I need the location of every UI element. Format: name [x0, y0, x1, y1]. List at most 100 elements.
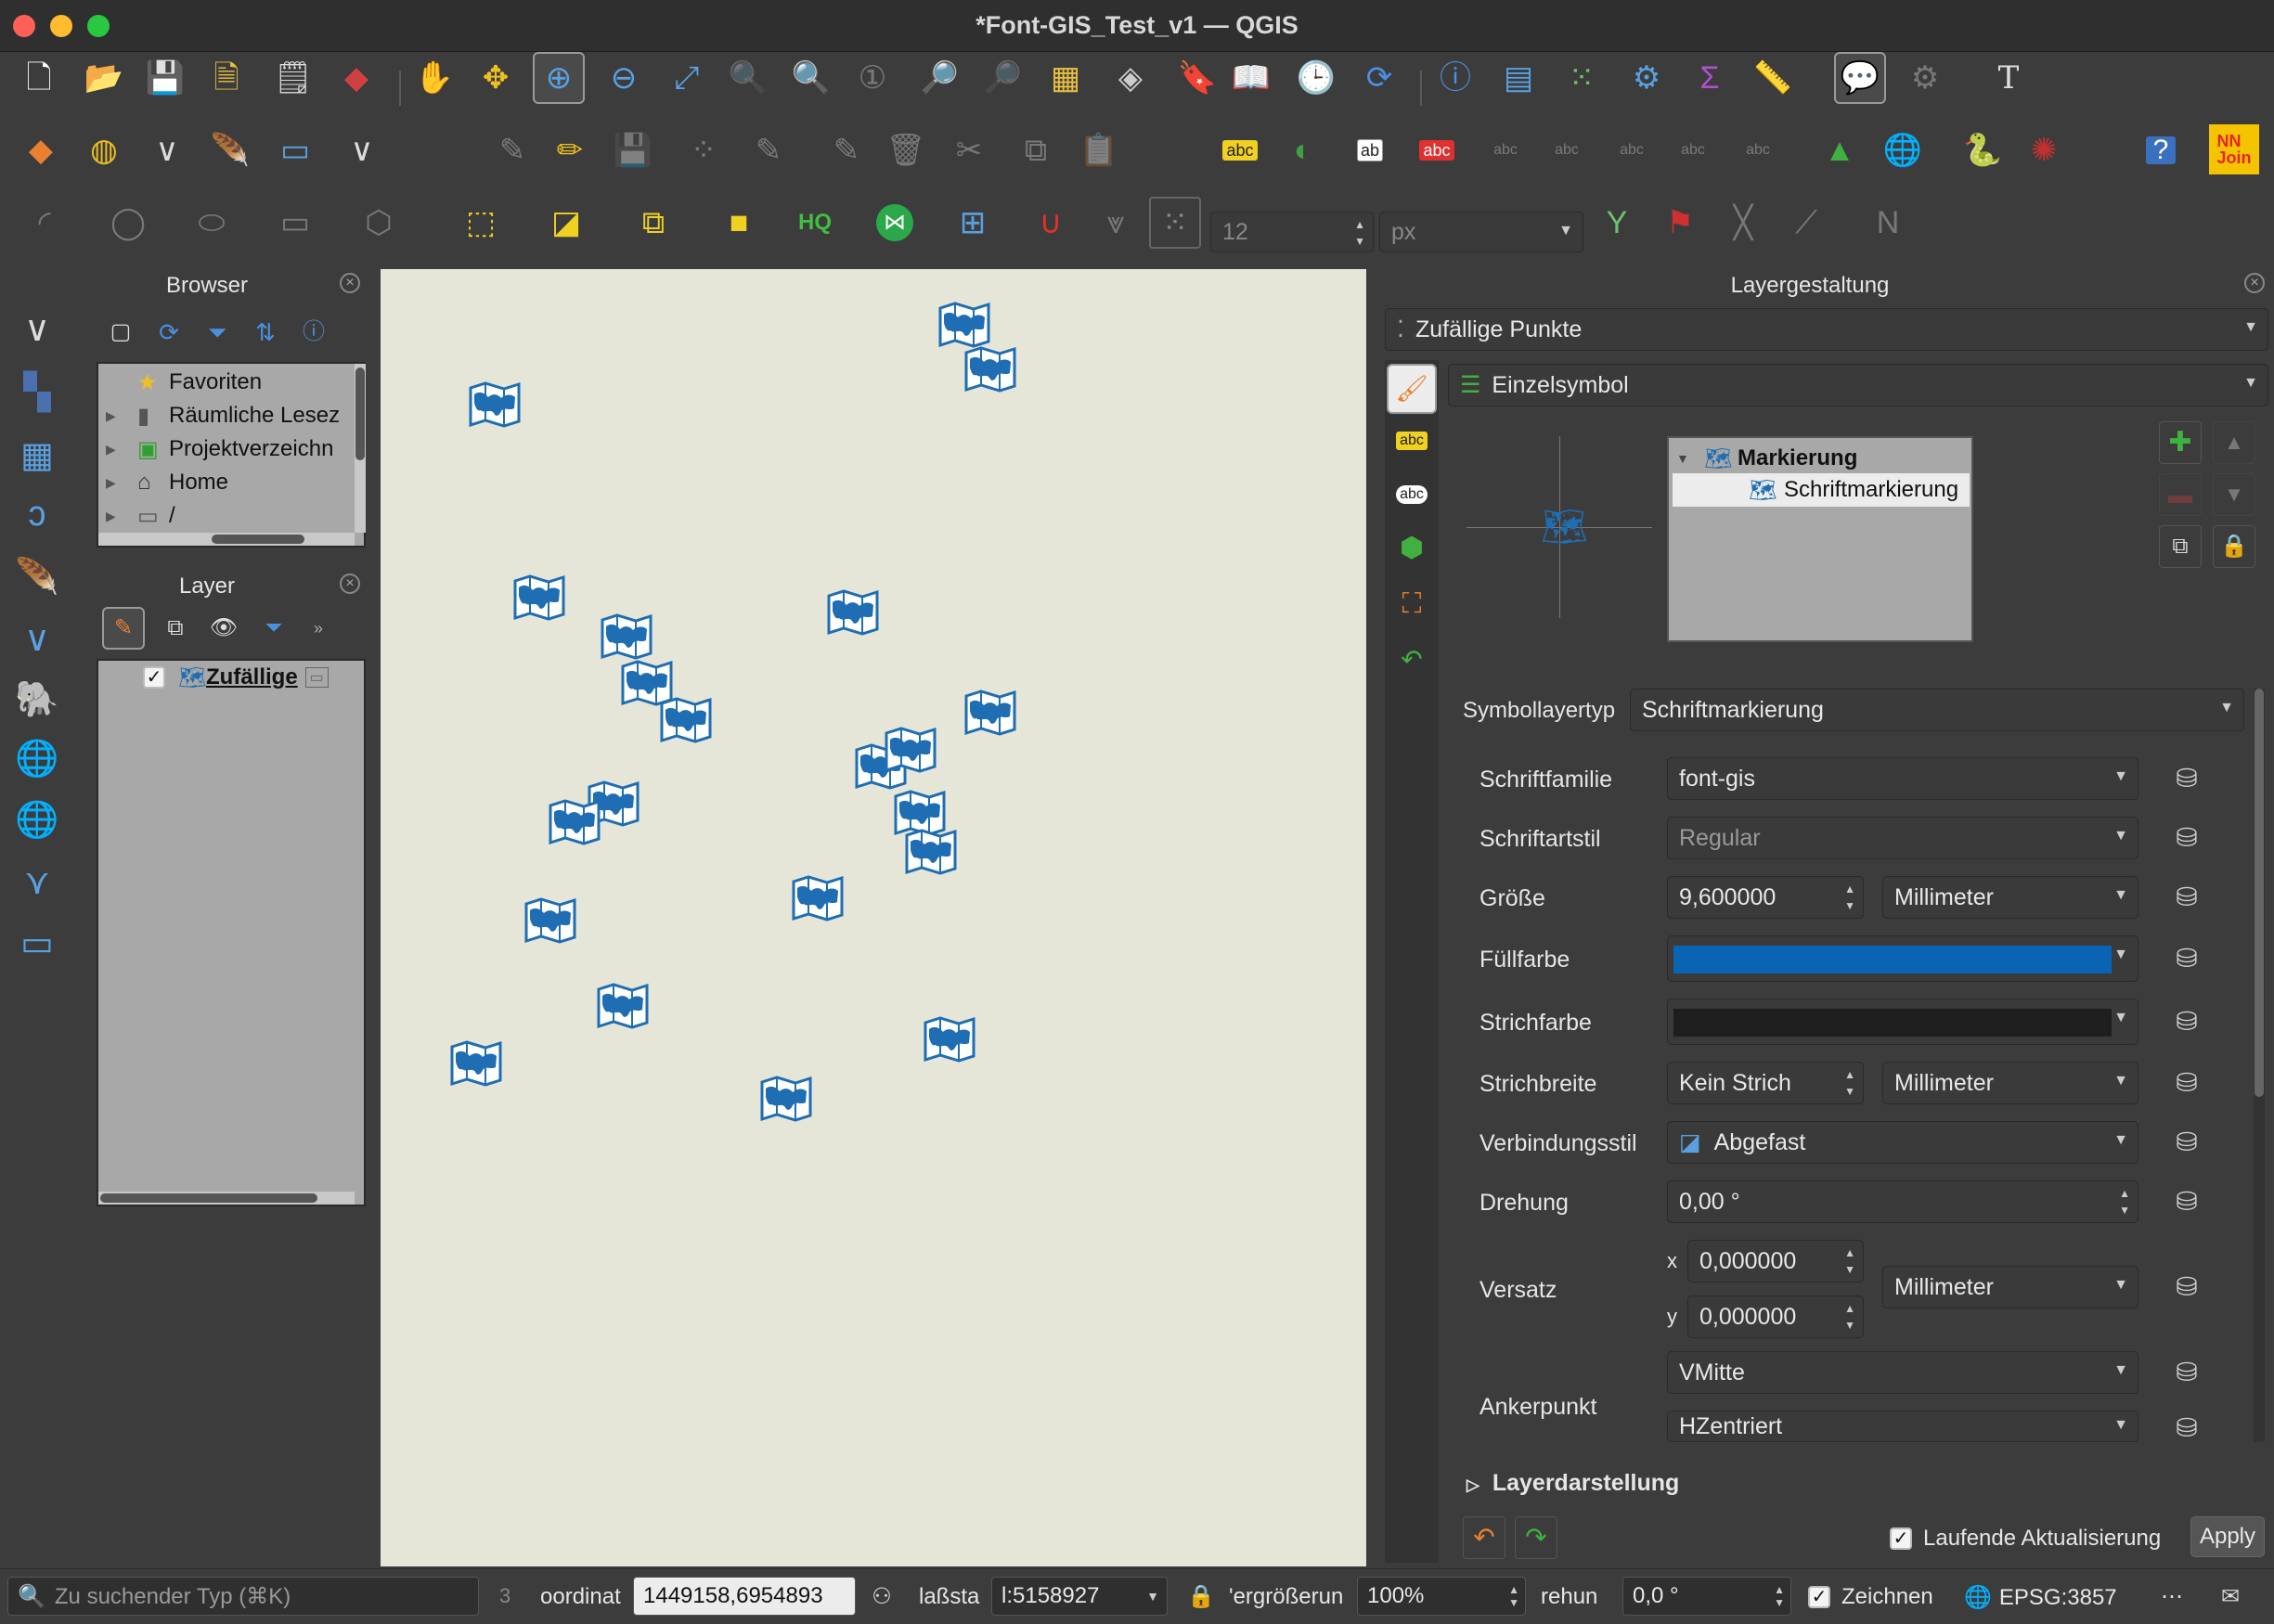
field-calculator-icon[interactable]: ⁙ [1556, 52, 1608, 104]
rectangle-tool-icon[interactable]: ▭ [269, 197, 321, 249]
3d-view-tab-icon[interactable]: ⬢ [1387, 523, 1437, 574]
temporal-controller-icon[interactable]: 🕒 [1290, 52, 1342, 104]
layer-rendering-section[interactable]: ▷ Layerdarstellung [1466, 1470, 1679, 1497]
select-location-icon[interactable]: ■ [713, 197, 765, 249]
plugin-icon[interactable]: ✺ [2018, 124, 2070, 176]
help-icon[interactable]: ? [2135, 124, 2187, 176]
new-print-layout-icon[interactable]: 🗎 [200, 52, 252, 104]
snapping-icon[interactable]: ∪ [1025, 197, 1077, 249]
snap-type-icon[interactable]: ⩔ [1090, 197, 1142, 249]
data-defined-override-icon[interactable]: ⛁ [2166, 1123, 2207, 1160]
style-manager-icon[interactable]: ◆ [330, 52, 382, 104]
data-defined-override-icon[interactable]: ⛁ [2166, 818, 2207, 856]
add-raster-layer-icon[interactable]: ▚ [9, 366, 65, 418]
change-label-icon[interactable]: abc [1667, 124, 1719, 176]
collapse-all-icon[interactable]: ⇅ [247, 314, 284, 351]
move-down-icon[interactable]: ▼ [2213, 473, 2255, 516]
add-group-icon[interactable]: ⧉ [154, 607, 197, 650]
toggle-editing-icon[interactable]: ✏ [544, 124, 596, 176]
add-postgis-icon[interactable]: 🐘 [9, 674, 65, 726]
attribute-table-icon[interactable]: ▤ [1492, 52, 1544, 104]
render-toggle[interactable]: ✓ Zeichnen [1808, 1584, 1933, 1610]
new-virtual-layer-icon[interactable]: ▭ [269, 124, 321, 176]
messages-icon[interactable]: ⋯ [2153, 1579, 2190, 1616]
apply-button[interactable]: Apply [2190, 1516, 2265, 1557]
add-wms-icon[interactable]: 🌐 [9, 733, 65, 785]
zoom-layer-icon[interactable]: 🔍 [785, 52, 837, 104]
remove-symbol-layer-icon[interactable]: ▬ [2159, 473, 2202, 516]
paste-features-icon[interactable]: 📋 [1073, 124, 1125, 176]
label-tool-icon[interactable]: abc [1214, 124, 1266, 176]
add-virtual-layer-icon[interactable]: ∨ [9, 612, 65, 664]
data-defined-override-icon[interactable]: ⛁ [2166, 759, 2207, 796]
map-swipe-icon[interactable]: ⊞ [947, 197, 999, 249]
delete-selected-icon[interactable]: 🗑 [880, 124, 932, 176]
more-tools-icon[interactable]: » [304, 607, 332, 650]
zoom-native-icon[interactable]: ① [846, 52, 898, 104]
list-item[interactable]: ▶ ⌂ Home [98, 466, 228, 499]
add-wfs-icon[interactable]: 🌐 [9, 794, 65, 846]
ellipse-tool-icon[interactable]: ⬭ [186, 197, 238, 249]
browser-hscrollbar[interactable] [98, 533, 355, 546]
zoom-out-icon[interactable]: ⊖ [598, 52, 650, 104]
offset-x-input[interactable]: 0,000000 ▲ ▼ [1687, 1240, 1864, 1282]
circle-tool-icon[interactable]: ◯ [102, 197, 154, 249]
symbology-tab-icon[interactable]: 🖌 [1387, 364, 1437, 414]
reshape-icon[interactable]: ⟋ [1780, 197, 1832, 249]
map-tips-icon[interactable]: 💬 [1834, 52, 1886, 104]
add-wcs-icon[interactable]: ⋎ [9, 856, 65, 908]
rotation-input[interactable]: 0,00 ° ▲ ▼ [1667, 1180, 2138, 1223]
open-styling-panel-icon[interactable]: ✎ [102, 607, 145, 650]
data-defined-override-icon[interactable]: ⛁ [2166, 939, 2207, 976]
zoom-in-icon[interactable]: ⊕ [533, 52, 585, 104]
add-selected-layers-icon[interactable]: ▢ [102, 314, 139, 351]
vertical-anchor-select[interactable]: VMitte ▼ [1667, 1351, 2138, 1394]
size-unit-select[interactable]: Millimeter ▼ [1882, 876, 2138, 919]
add-feature-icon[interactable]: ⁘ [678, 124, 730, 176]
vertex-tool-icon[interactable]: ✎ [743, 124, 795, 176]
crs-button[interactable]: 🌐 EPSG:3857 [1964, 1584, 2117, 1611]
diagram-icon[interactable]: ◐ [1277, 124, 1329, 176]
stroke-width-input[interactable]: Kein Strich ▲ ▼ [1667, 1062, 1864, 1104]
polygon-tool-icon[interactable]: ⬡ [353, 197, 405, 249]
coordinate-input[interactable]: 1449158,6954893 [633, 1577, 856, 1616]
browser-vscrollbar[interactable] [355, 364, 366, 533]
list-item[interactable]: ▶ ▣ Projektverzeichn [98, 432, 333, 466]
zoom-next-icon[interactable]: 🔎 [976, 52, 1028, 104]
topology-checker-icon[interactable]: ⚑ [1654, 197, 1706, 249]
data-defined-override-icon[interactable]: ⛁ [2166, 1182, 2207, 1219]
renderer-select[interactable]: ☰ Einzelsymbol ▼ [1448, 364, 2268, 406]
symbol-tree-child[interactable]: 🗺 Schriftmarkierung [1749, 473, 1958, 507]
add-vector-layer-icon[interactable]: ∨ [9, 303, 65, 354]
close-styling-icon[interactable]: × [2244, 273, 2265, 293]
new-temporary-layer-icon[interactable]: ∨ [336, 124, 388, 176]
tracing-icon[interactable]: Y [1591, 197, 1643, 249]
copy-features-icon[interactable]: ⧉ [1010, 124, 1062, 176]
font-unit-select[interactable]: px ▼ [1379, 212, 1583, 252]
stroke-color-button[interactable]: ▼ [1667, 999, 2138, 1045]
show-hide-labels-icon[interactable]: abc [1479, 124, 1531, 176]
scale-select[interactable]: l:5158927 ▼ [991, 1577, 1168, 1616]
fill-color-button[interactable]: ▼ [1667, 935, 2138, 982]
data-defined-override-icon[interactable]: ⛁ [2166, 1409, 2207, 1446]
select-by-value-icon[interactable]: ◪ [540, 197, 592, 249]
size-input[interactable]: 9,600000 ▲ ▼ [1667, 876, 1864, 919]
select-features-icon[interactable]: ⬚ [455, 197, 507, 249]
live-update-checkbox[interactable]: ✓ [1890, 1527, 1912, 1550]
browser-properties-icon[interactable]: ⓘ [295, 314, 332, 351]
history-tab-icon[interactable]: ↶ [1387, 635, 1437, 685]
new-project-icon[interactable]: 🗋 [13, 52, 65, 104]
show-bookmarks-icon[interactable]: 📖 [1225, 52, 1277, 104]
map-canvas[interactable] [381, 269, 1366, 1566]
add-symbol-layer-icon[interactable]: ✚ [2159, 421, 2202, 464]
coordinate-toggle-icon[interactable]: ⚇ [863, 1579, 900, 1616]
properties-scrollbar[interactable] [2254, 689, 2265, 1442]
new-spatialite-icon[interactable]: 🪶 [204, 124, 256, 176]
deselect-features-icon[interactable]: ⧉ [627, 197, 679, 249]
close-browser-icon[interactable]: × [340, 273, 360, 293]
layout-manager-icon[interactable]: 🗒 [267, 52, 319, 104]
diagrams-tab-icon[interactable]: ⛶ [1387, 579, 1437, 629]
move-label-icon[interactable]: abc [1541, 124, 1593, 176]
save-edits-icon[interactable]: 💾 [607, 124, 659, 176]
add-spatialite-icon[interactable]: 🪶 [9, 551, 65, 603]
